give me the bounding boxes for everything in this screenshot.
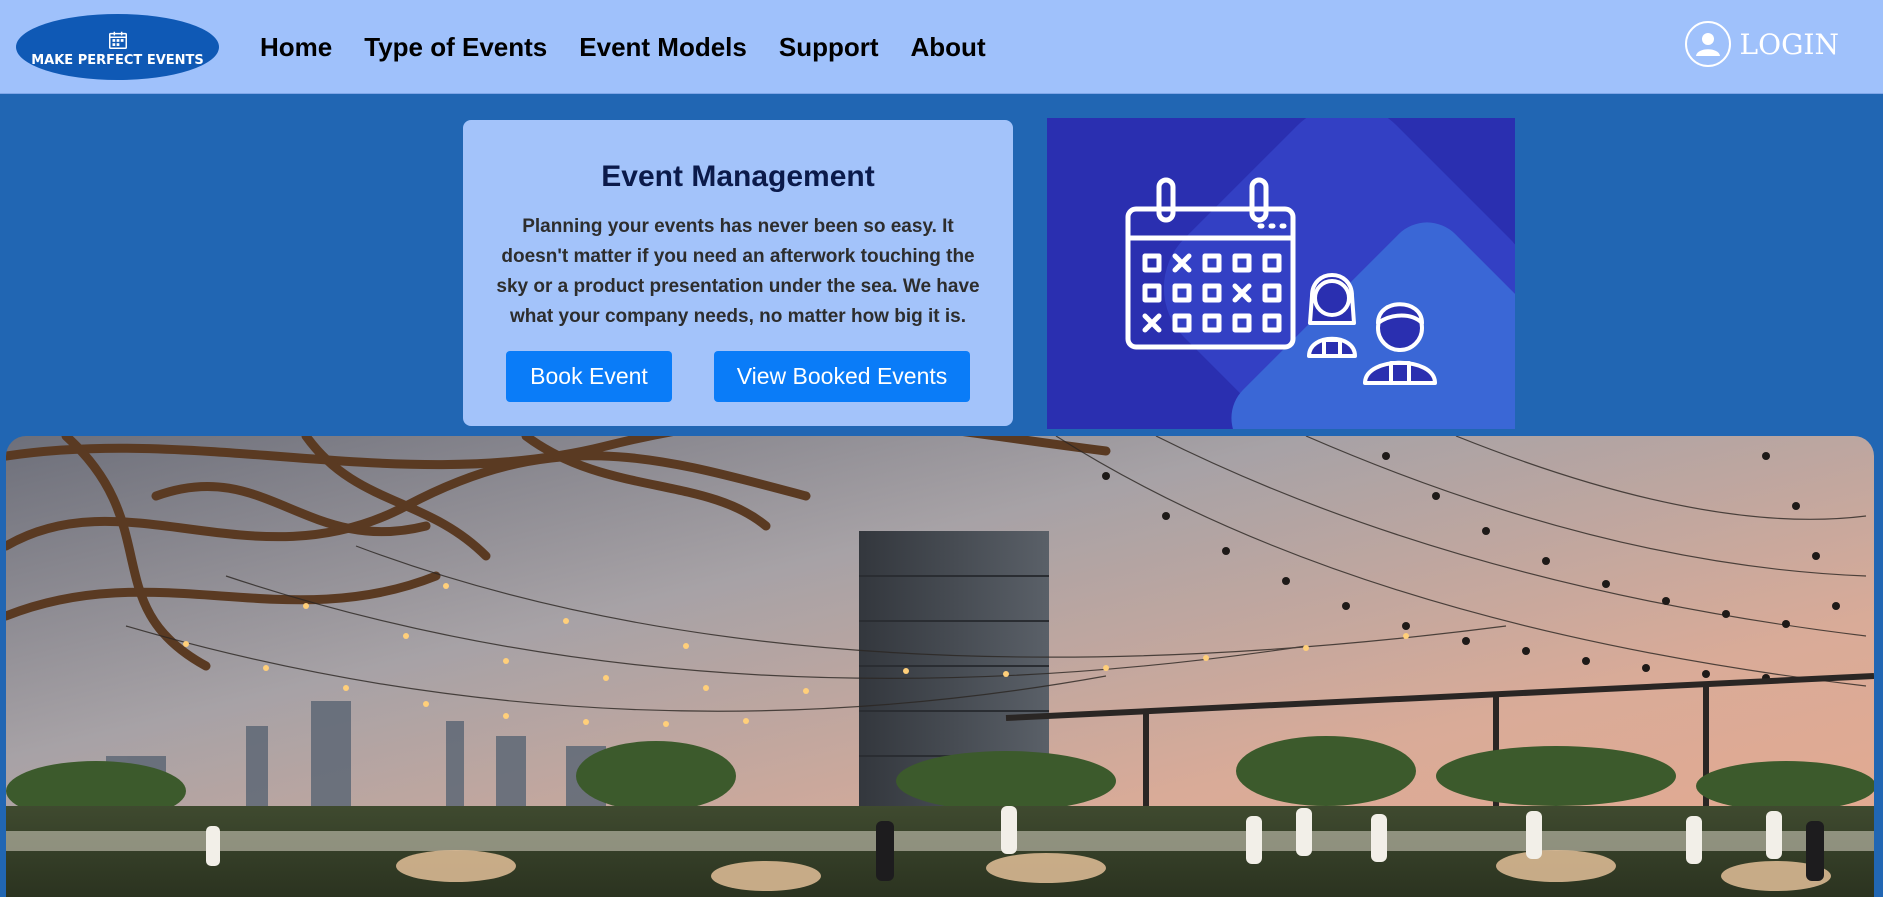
calendar-icon <box>108 31 127 49</box>
nav-home[interactable]: Home <box>260 30 332 64</box>
card-title: Event Management <box>601 160 875 193</box>
card-description: Planning your events has never been so e… <box>496 216 980 327</box>
login-label: LOGIN <box>1739 27 1839 61</box>
book-event-button[interactable]: Book Event <box>506 351 672 402</box>
nav-about[interactable]: About <box>911 30 986 64</box>
rooftop-venue-photo <box>6 436 1874 897</box>
top-navigation-bar: MAKE PERFECT EVENTS Home Type of Events … <box>0 0 1883 94</box>
login-button[interactable]: LOGIN <box>1684 21 1839 67</box>
nav-support[interactable]: Support <box>779 30 879 64</box>
logo-text: MAKE PERFECT EVENTS <box>31 52 204 68</box>
user-icon <box>1684 21 1731 67</box>
event-management-card: Event Management Planning your events ha… <box>463 120 1013 426</box>
site-logo[interactable]: MAKE PERFECT EVENTS <box>16 14 219 80</box>
view-booked-events-button[interactable]: View Booked Events <box>714 351 970 402</box>
nav-type-of-events[interactable]: Type of Events <box>364 30 547 64</box>
main-nav: Home Type of Events Event Models Support… <box>260 30 1018 64</box>
calendar-illustration <box>1047 118 1515 429</box>
calendar-with-attendees-illustration <box>1125 118 1515 429</box>
nav-event-models[interactable]: Event Models <box>579 30 747 64</box>
